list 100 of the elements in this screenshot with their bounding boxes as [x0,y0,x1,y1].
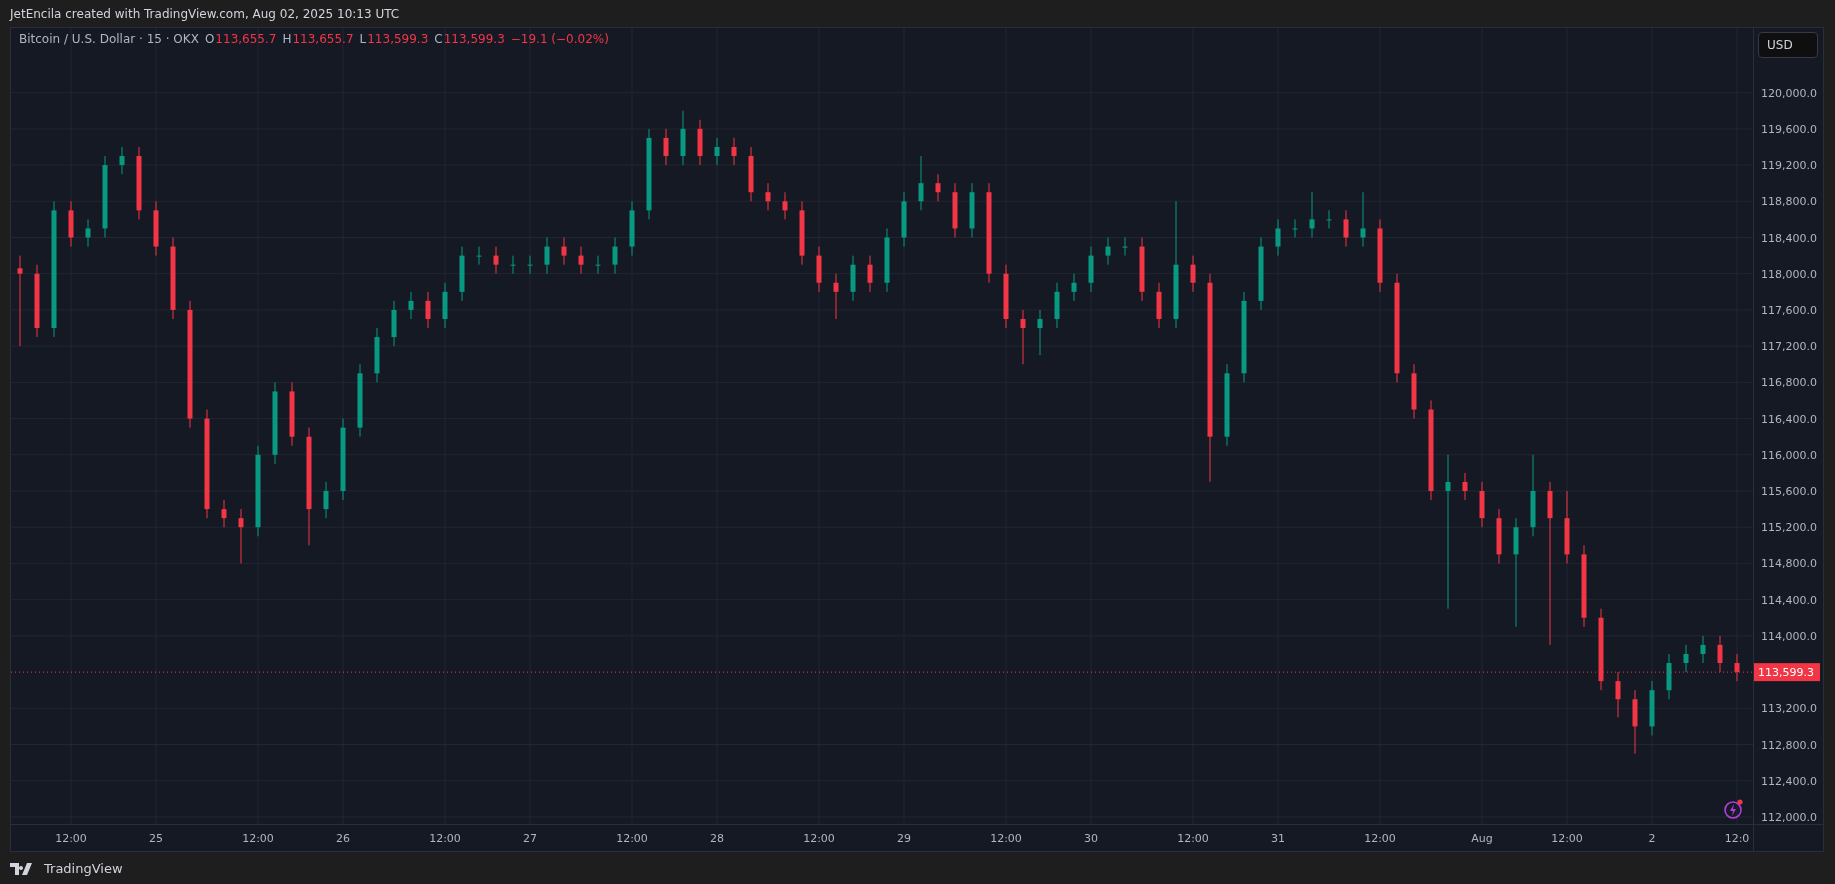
candlestick [850,255,856,302]
time-axis-label: 12:00 [1551,832,1583,845]
price-axis-label: 118,800.0 [1761,195,1817,209]
candlestick [153,200,159,257]
candlestick [238,508,244,564]
candlestick [1411,363,1417,420]
candlestick [833,273,839,320]
candlestick [1054,282,1060,329]
candlestick [1190,255,1196,293]
candlestick [1071,273,1077,302]
price-axis-label: 117,600.0 [1761,303,1817,317]
candlestick [510,255,516,275]
price-axis-label: 116,800.0 [1761,376,1817,390]
time-axis-label: 25 [149,832,163,845]
time-axis-label: 12:00 [616,832,648,845]
candlestick [799,200,805,266]
candlestick [867,255,873,293]
candlestick [1105,237,1111,266]
candlestick [1156,282,1162,329]
candlestick [425,291,431,329]
ohlc-value: O113,655.7 [204,32,277,46]
candlestick [1326,209,1332,229]
price-axis-label: 120,000.0 [1761,86,1817,100]
tradingview-logo: TradingView [0,852,1835,884]
price-axis-label: 112,400.0 [1761,774,1817,788]
symbol-title: Bitcoin / U.S. Dollar · 15 · OKX [19,32,199,46]
candlestick [765,182,771,211]
currency-button[interactable]: USD [1758,32,1818,58]
price-axis-label: 116,400.0 [1761,412,1817,426]
lightning-icon[interactable] [1723,798,1745,820]
candlestick [374,327,380,383]
price-axis-label: 112,000.0 [1761,810,1817,824]
price-axis-label: 118,000.0 [1761,267,1817,281]
candlestick [391,300,397,347]
price-axis-label: 119,600.0 [1761,122,1817,136]
candlestick [459,246,465,302]
candlestick [1037,309,1043,356]
price-change: −19.1 (−0.02%) [510,32,609,46]
candlestick [1003,264,1009,329]
time-axis-label: 26 [336,832,350,845]
candlestick [1734,653,1740,682]
candlestick [595,255,601,275]
price-axis-label: 115,600.0 [1761,485,1817,498]
time-axis-label: 27 [523,832,537,845]
time-axis-label: 12:0 [1724,832,1750,845]
candlestick [816,246,822,293]
time-axis-label: 12:00 [1364,832,1396,845]
time-axis-label: 12:00 [803,832,835,845]
candlestick [901,191,907,248]
candlestick [408,291,414,320]
candlestick [969,182,975,238]
price-axis-label: 114,400.0 [1761,593,1817,607]
candlestick [1683,644,1689,673]
candlestick [442,282,448,329]
candlestick [884,227,890,293]
price-axis-label: 119,200.0 [1761,159,1817,173]
candlestick [1292,218,1298,238]
candlestick [493,246,499,275]
price-axis-label: 114,800.0 [1761,557,1817,571]
candlestick [323,481,329,519]
price-axis-label: 115,200.0 [1761,521,1817,535]
last-price-label: 113,599.3 [1754,663,1820,682]
time-axis-label: 2 [1648,832,1656,845]
candlestick [476,246,482,266]
time-axis-label: Aug [1471,832,1493,845]
candlestick [1632,689,1638,755]
candlestick [714,137,720,166]
ohlc-value: C 113,599.3 [434,32,505,46]
time-axis-label: 12:00 [242,832,274,845]
candlestick [1309,191,1315,238]
candlestick [1479,481,1485,528]
candlestick [1700,635,1706,664]
candlestick [289,381,295,447]
ref-line-label: 113,599.3 [1758,666,1814,680]
candlestick [561,237,567,266]
time-axis-label: 31 [1271,832,1285,845]
candlestick [1649,680,1655,736]
price-axis-label: 117,200.0 [1761,340,1817,354]
candlestick [680,110,686,166]
candlestick [1020,309,1026,365]
candlestick [1275,218,1281,257]
candlestick [527,255,533,275]
candlestick [918,155,924,211]
candlestick [663,128,669,166]
candlestick [544,237,550,275]
price-axis-label: 116,000.0 [1761,448,1817,462]
candlestick [1139,237,1145,302]
candlestick [1088,246,1094,293]
candlestick [1666,653,1672,700]
candlestick [1462,472,1468,501]
time-axis-label: 12:00 [990,832,1022,845]
candlestick [1343,209,1349,248]
candlestick [1360,191,1366,248]
candlestick [1122,237,1128,257]
candlestick [952,182,958,238]
candlestick [697,119,703,166]
candlestick [1496,508,1502,564]
candlestick [782,191,788,220]
ohlc-value: L113,599.3 [359,32,429,46]
time-axis-label: 12:00 [1177,832,1209,845]
